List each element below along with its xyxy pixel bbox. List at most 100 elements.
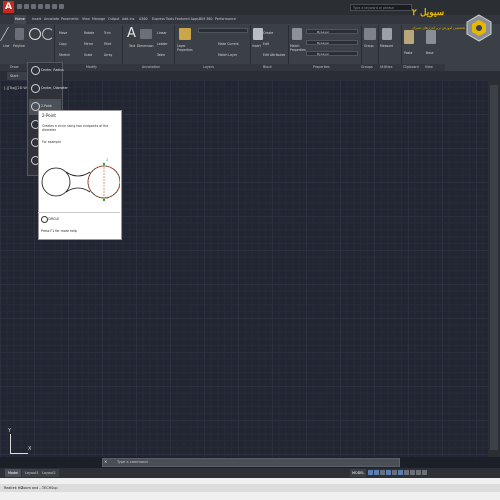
lineweight-toggle-icon[interactable] [404,470,409,475]
layer-dropdown[interactable] [198,28,248,33]
layer-properties-label: Layer Properties [177,44,193,52]
tab-featured-apps[interactable]: Featured Apps [174,15,200,24]
circle-command-icon [41,216,48,223]
array-button[interactable]: Array [104,53,112,57]
linear-button[interactable]: Linear [157,31,167,35]
otrack-toggle-icon[interactable] [398,470,403,475]
close-icon[interactable]: ✕ [104,459,107,464]
workspace-gear-icon[interactable] [416,470,421,475]
tab-output[interactable]: Output [107,15,120,24]
edit-block-button[interactable]: Edit [263,42,269,46]
trim-button[interactable]: Trim [104,31,111,35]
autocad-logo-icon[interactable]: A [3,1,14,13]
linetype-dropdown[interactable]: ByLayer [306,40,358,45]
menu-item-label: Center, Diameter [41,86,68,90]
group-icon[interactable] [364,28,376,40]
dimension-icon[interactable] [140,29,152,39]
save-icon[interactable] [31,4,36,9]
ortho-toggle-icon[interactable] [380,470,385,475]
text-label: Text [129,44,136,48]
panel-title-layers[interactable]: Layers [203,65,214,69]
make-current-button[interactable]: Make Current [218,42,239,46]
search-input[interactable]: Type a keyword or phrase [350,4,412,11]
tab-bim360[interactable]: BIM 360 [198,15,213,24]
panel-title-modify[interactable]: Modify [86,65,97,69]
taskbar-item-zoom[interactable]: Zoom and ... [21,486,43,490]
point-label-1: 1 [106,196,109,200]
tab-performance[interactable]: Performance [214,15,237,24]
panel-title-block[interactable]: Block [263,65,272,69]
paste-icon[interactable] [404,30,414,44]
tab-insert[interactable]: Insert [31,15,42,24]
customization-menu-icon[interactable] [422,470,427,475]
tooltip-divider [38,212,120,213]
tab-addins[interactable]: Add-ins [121,15,135,24]
grid-toggle-icon[interactable] [368,470,373,475]
taskbar-item-techsup[interactable]: TECHSup [42,486,58,490]
tab-layout2[interactable]: Layout2 [39,469,59,477]
lineweight-dropdown[interactable]: ByLayer [306,51,358,56]
open-icon[interactable] [24,4,29,9]
command-line-input[interactable]: Type a command [102,458,400,467]
insert-block-icon[interactable] [253,28,263,40]
match-layer-button[interactable]: Match Layer [218,53,237,57]
plot-icon[interactable] [45,4,50,9]
text-icon[interactable]: A [127,27,137,41]
document-tab-bar [0,71,500,80]
panel-title-draw[interactable]: Draw [10,65,19,69]
polyline-icon[interactable] [15,28,24,40]
circle-option-center-diameter[interactable]: Center, Diameter [29,81,68,97]
panel-title-properties[interactable]: Properties [313,65,330,69]
ucs-y-axis [10,434,11,453]
panel-title-groups[interactable]: Groups [361,65,373,69]
polar-toggle-icon[interactable] [386,470,391,475]
tab-annotate[interactable]: Annotate [43,15,60,24]
tab-manage[interactable]: Manage [91,15,106,24]
scrollbar-thumb[interactable] [490,85,498,450]
color-dropdown[interactable]: ByLayer [306,29,358,34]
annotation-scale-icon[interactable] [410,470,415,475]
panel-title-utilities[interactable]: Utilities [380,65,392,69]
create-block-button[interactable]: Create [263,31,273,35]
mirror-button[interactable]: Mirror [84,42,93,46]
brand-title: سیویل ۲ [412,8,445,18]
paste-label: Paste [404,51,413,55]
base-view-icon[interactable] [426,30,436,44]
arc-icon[interactable] [42,28,54,40]
panel-title-clipboard[interactable]: Clipboard [403,65,419,69]
move-button[interactable]: Move [59,31,67,35]
model-space-button[interactable]: MODEL [350,469,367,477]
fillet-button[interactable]: Fillet [104,42,111,46]
scale-button[interactable]: Scale [84,53,92,57]
tab-home[interactable]: Home [14,15,26,24]
new-icon[interactable] [17,4,22,9]
stretch-button[interactable]: Stretch [59,53,70,57]
layer-properties-icon[interactable] [179,28,191,40]
doc-tab-start[interactable]: Start [7,72,27,80]
measure-icon[interactable] [382,28,392,40]
circle-option-center-radius[interactable]: Center, Radius [29,63,64,79]
menu-item-label: Center, Radius [41,68,64,72]
copy-button[interactable]: Copy [59,42,67,46]
snap-toggle-icon[interactable] [374,470,379,475]
redo-icon[interactable] [59,4,64,9]
osnap-toggle-icon[interactable] [392,470,397,475]
undo-icon[interactable] [52,4,57,9]
tab-parametric[interactable]: Parametric [60,15,80,24]
circle-tool-icon[interactable] [29,28,41,40]
tab-express-tools[interactable]: Express Tools [151,15,175,24]
edit-attributes-button[interactable]: Edit Attributes [263,53,285,57]
quick-access-toolbar [17,4,87,11]
tab-view[interactable]: View [81,15,91,24]
panel-title-view[interactable]: View [425,65,433,69]
leader-button[interactable]: Leader [157,42,168,46]
saveas-icon[interactable] [38,4,43,9]
panel-title-annotation[interactable]: Annotation [142,65,160,69]
tab-model[interactable]: Model [5,469,22,477]
table-button[interactable]: Table [157,53,165,57]
circle-icon [31,66,40,75]
match-properties-icon[interactable] [292,28,302,40]
tab-a360[interactable]: A360 [138,15,149,24]
rotate-button[interactable]: Rotate [84,31,94,35]
tooltip-title: 2-Point [42,113,56,118]
